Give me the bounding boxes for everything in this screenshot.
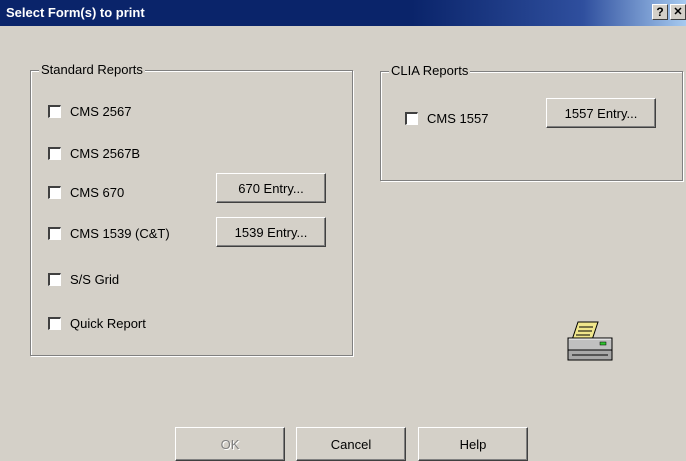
standard-reports-legend: Standard Reports bbox=[39, 62, 145, 78]
checkbox-label: CMS 2567B bbox=[70, 146, 141, 162]
close-icon[interactable]: ✕ bbox=[670, 4, 686, 20]
checkbox-box[interactable] bbox=[404, 111, 419, 127]
help-button[interactable]: Help bbox=[418, 427, 528, 461]
entry-1557-button[interactable]: 1557 Entry... bbox=[546, 98, 656, 128]
clia-reports-legend: CLIA Reports bbox=[389, 63, 471, 79]
checkbox-label: S/S Grid bbox=[70, 272, 120, 288]
checkbox-cms-2567b[interactable]: CMS 2567B bbox=[47, 145, 141, 162]
checkbox-cms-1557[interactable]: CMS 1557 bbox=[404, 110, 489, 127]
printer-icon bbox=[567, 321, 613, 361]
entry-670-button[interactable]: 670 Entry... bbox=[216, 173, 326, 203]
checkbox-box[interactable] bbox=[47, 226, 62, 242]
checkbox-label: CMS 2567 bbox=[70, 104, 132, 120]
checkbox-label: CMS 1557 bbox=[427, 111, 489, 127]
ok-button[interactable]: OK bbox=[175, 427, 285, 461]
entry-1539-button[interactable]: 1539 Entry... bbox=[216, 217, 326, 247]
checkbox-cms-670[interactable]: CMS 670 bbox=[47, 184, 125, 201]
checkbox-ss-grid[interactable]: S/S Grid bbox=[47, 271, 120, 288]
checkbox-box[interactable] bbox=[47, 272, 62, 288]
checkbox-label: CMS 1539 (C&T) bbox=[70, 226, 170, 242]
checkbox-box[interactable] bbox=[47, 104, 62, 120]
checkbox-box[interactable] bbox=[47, 316, 62, 332]
checkbox-quick-report[interactable]: Quick Report bbox=[47, 315, 146, 332]
checkbox-label: Quick Report bbox=[70, 316, 146, 332]
checkbox-box[interactable] bbox=[47, 185, 62, 201]
help-icon[interactable]: ? bbox=[652, 4, 668, 20]
checkbox-label: CMS 670 bbox=[70, 185, 125, 201]
window-title: Select Form(s) to print bbox=[6, 5, 145, 20]
checkbox-cms-1539[interactable]: CMS 1539 (C&T) bbox=[47, 225, 170, 242]
checkbox-cms-2567[interactable]: CMS 2567 bbox=[47, 103, 132, 120]
checkbox-box[interactable] bbox=[47, 146, 62, 162]
cancel-button[interactable]: Cancel bbox=[296, 427, 406, 461]
title-bar[interactable]: Select Form(s) to print ? ✕ bbox=[0, 0, 686, 26]
